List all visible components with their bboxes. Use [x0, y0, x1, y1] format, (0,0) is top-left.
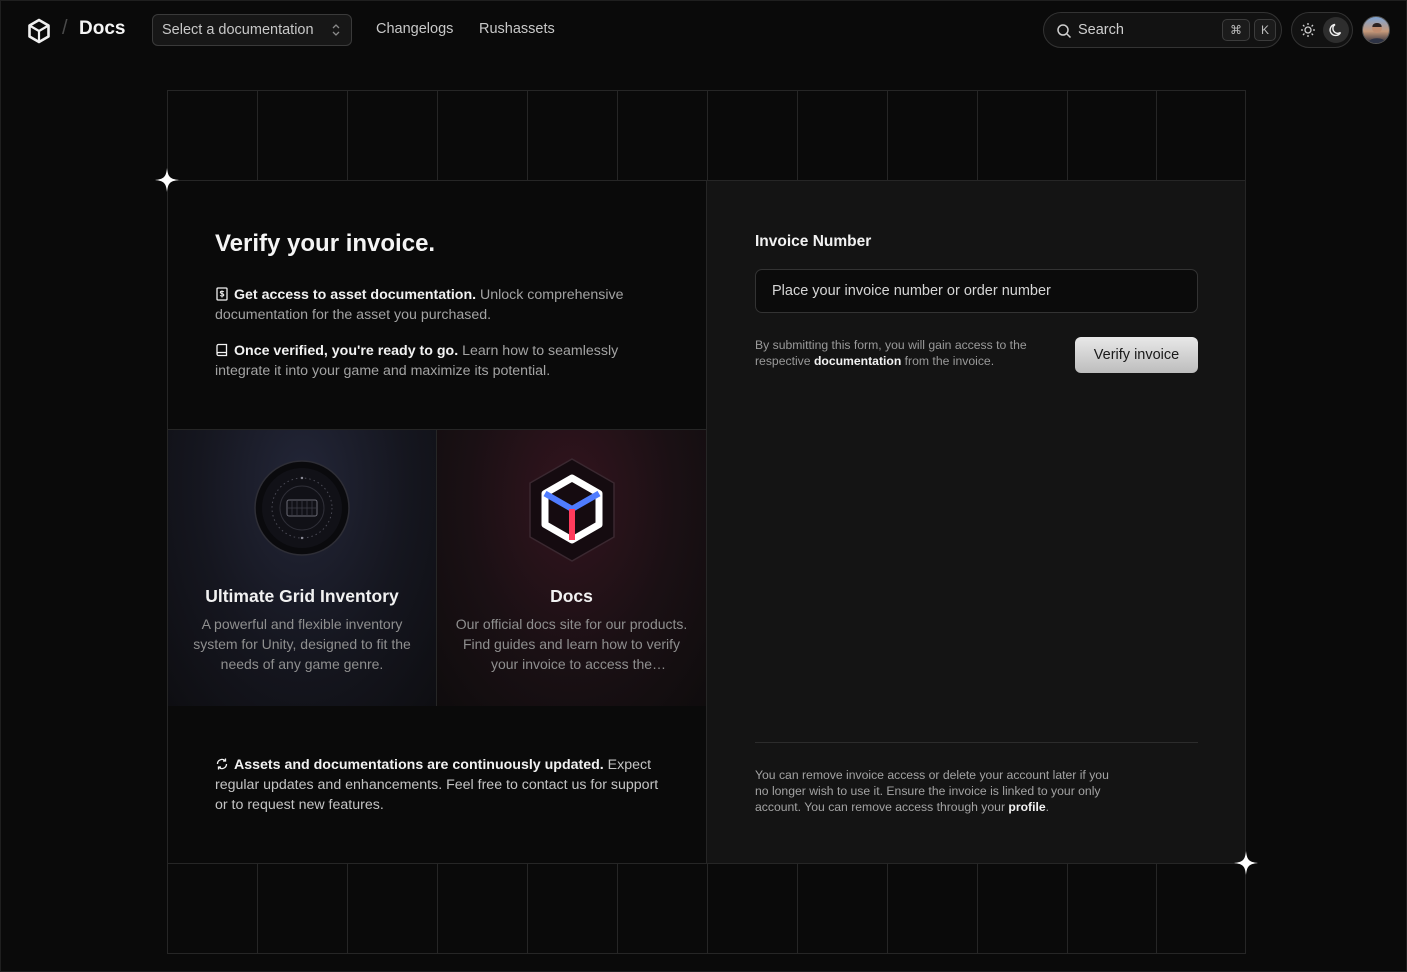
grid-cell — [258, 91, 348, 180]
grid-cell — [708, 864, 798, 953]
search-icon — [1057, 24, 1072, 39]
grid-cell — [528, 864, 618, 953]
nav-link-rushassets[interactable]: Rushassets — [479, 21, 555, 37]
grid-cell — [888, 864, 978, 953]
grid-cell — [978, 91, 1068, 180]
grid-row-top — [167, 90, 1246, 181]
refresh-icon — [216, 758, 228, 770]
chevron-up-down-icon — [332, 24, 340, 36]
account-removal-text-end: . — [1045, 800, 1050, 814]
page-title: Verify your invoice. — [215, 230, 436, 257]
grid-cell — [708, 91, 798, 180]
feature-ready-to-go-title: Once verified, you're ready to go. — [234, 343, 459, 359]
theme-toggle — [1291, 12, 1353, 48]
grid-row-bottom — [167, 863, 1246, 954]
top-navigation: / Docs Select a documentation Changelogs… — [1, 1, 1407, 59]
grid-cell — [348, 91, 438, 180]
grid-cell — [798, 864, 888, 953]
card-description: A powerful and flexible inventory system… — [193, 616, 411, 672]
inventory-badge-icon — [254, 460, 350, 556]
form-note-text-end: from the invoice. — [901, 354, 995, 368]
documentation-link[interactable]: documentation — [814, 354, 901, 368]
grid-cell — [1068, 91, 1157, 180]
breadcrumb-separator: / — [62, 17, 68, 39]
documentation-select[interactable]: Select a documentation — [152, 14, 352, 46]
light-mode-button[interactable] — [1295, 17, 1321, 43]
sparkle-icon — [155, 168, 179, 192]
grid-cell — [618, 864, 708, 953]
brand-title[interactable]: Docs — [79, 18, 125, 40]
feature-ready-to-go: Once verified, you're ready to go. Learn… — [215, 341, 665, 381]
card-ultimate-grid-inventory[interactable]: Ultimate Grid Inventory A powerful and f… — [167, 429, 437, 707]
form-submit-note: By submitting this form, you will gain a… — [755, 337, 1055, 369]
sun-icon — [1301, 23, 1315, 37]
cube-logo-icon — [528, 458, 615, 562]
update-note-title: Assets and documentations are continuous… — [234, 757, 604, 773]
grid-cell — [798, 91, 888, 180]
cube-logo-icon[interactable] — [25, 17, 53, 45]
grid-cell — [978, 864, 1068, 953]
card-title: Docs — [550, 586, 593, 606]
card-title: Ultimate Grid Inventory — [205, 586, 399, 606]
account-removal-note: You can remove invoice access or delete … — [755, 767, 1125, 815]
avatar-person-icon — [1367, 23, 1387, 43]
grid-cell — [528, 91, 618, 180]
grid-cell — [348, 864, 438, 953]
grid-cell — [168, 91, 258, 180]
grid-cell — [618, 91, 708, 180]
grid-cell — [438, 91, 528, 180]
feature-asset-access-title: Get access to asset documentation. — [234, 287, 477, 303]
nav-link-changelogs[interactable]: Changelogs — [376, 21, 453, 37]
dark-mode-button[interactable] — [1323, 17, 1349, 43]
profile-link[interactable]: profile — [1008, 800, 1045, 814]
grid-cell — [888, 91, 978, 180]
moon-icon — [1329, 23, 1342, 37]
shortcut-key-k: K — [1254, 19, 1276, 41]
grid-cell — [1068, 864, 1157, 953]
documentation-select-label: Select a documentation — [162, 22, 314, 38]
invoice-number-label: Invoice Number — [755, 233, 872, 250]
book-icon — [216, 343, 228, 357]
feature-asset-access: Get access to asset documentation. Unloc… — [215, 285, 665, 325]
search-button[interactable]: Search ⌘ K — [1043, 12, 1282, 48]
sparkle-icon — [1234, 851, 1258, 875]
divider — [755, 742, 1198, 743]
grid-cell — [168, 864, 258, 953]
search-label: Search — [1078, 22, 1124, 38]
grid-cell — [258, 864, 348, 953]
card-description: Our official docs site for our products.… — [455, 616, 688, 672]
card-docs[interactable]: Docs Our official docs site for our prod… — [436, 429, 707, 707]
update-note: Assets and documentations are continuous… — [215, 755, 665, 815]
grid-cell — [438, 864, 528, 953]
receipt-icon — [216, 287, 228, 301]
verify-invoice-button[interactable]: Verify invoice — [1075, 337, 1198, 373]
account-removal-text: You can remove invoice access or delete … — [755, 768, 1109, 814]
invoice-number-input[interactable] — [755, 269, 1198, 313]
user-avatar[interactable] — [1362, 16, 1390, 44]
shortcut-key-command: ⌘ — [1222, 19, 1250, 41]
